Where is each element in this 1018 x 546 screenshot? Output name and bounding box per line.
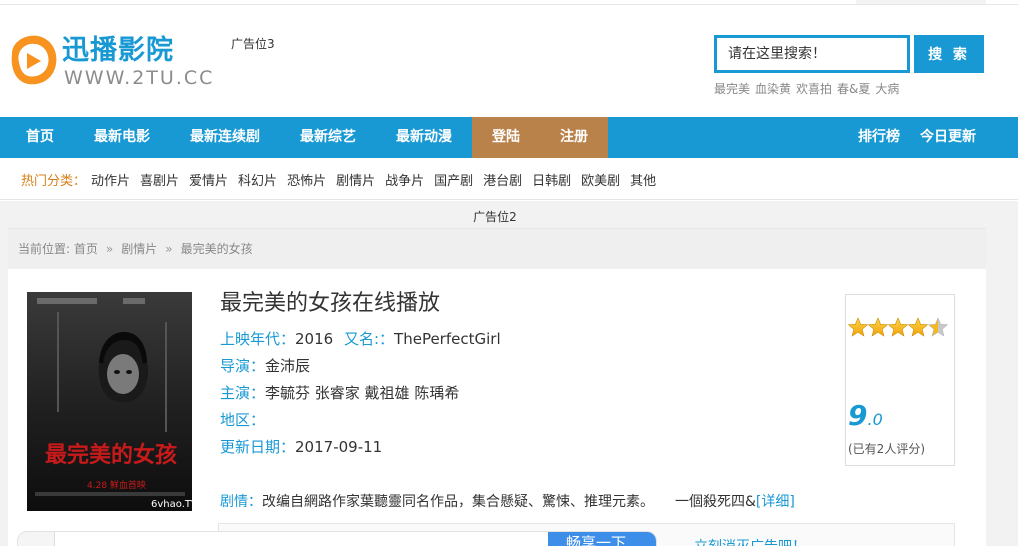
year-value: 2016 xyxy=(295,330,334,348)
nav-item-variety[interactable]: 最新综艺 xyxy=(300,117,356,158)
breadcrumb-link-home[interactable]: 首页 xyxy=(74,242,98,256)
content-area: 广告位2 当前位置: 首页 » 剧情片 » 最完美的女孩 最完美的女孩 4.28 鮮… xyxy=(0,201,1018,546)
category-link[interactable]: 日韩剧 xyxy=(532,174,571,189)
search-input[interactable] xyxy=(714,35,910,73)
breadcrumb-current[interactable]: 最完美的女孩 xyxy=(181,242,253,256)
movie-poster[interactable]: 最完美的女孩 4.28 鮮血首映 6vhao.TV xyxy=(27,292,192,511)
register-link[interactable]: 注册 xyxy=(560,117,588,158)
category-link[interactable]: 喜剧片 xyxy=(140,174,179,189)
floating-bottom-bar: 畅享一下 xyxy=(17,531,657,546)
main-nav: 首页 最新电影 最新连续剧 最新综艺 最新动漫 登陆 注册 排行榜 今日更新 xyxy=(0,117,1018,158)
star-icon[interactable] xyxy=(848,317,868,337)
category-link[interactable]: 欧美剧 xyxy=(581,174,620,189)
category-link[interactable]: 剧情片 xyxy=(336,174,375,189)
category-link[interactable]: 动作片 xyxy=(91,174,130,189)
cast-row: 主演：李毓芬 张睿家 戴祖雄 陈瑀希 xyxy=(220,382,459,403)
rating-box: 9.0 (已有2人评分) xyxy=(845,294,955,466)
floating-bar-button[interactable]: 畅享一下 xyxy=(548,532,656,546)
cast-label: 主演： xyxy=(220,384,266,402)
year-row: 上映年代：2016 又名:：ThePerfectGirl xyxy=(220,328,501,349)
hot-keyword-link[interactable]: 血染黄 xyxy=(755,82,791,96)
nav-item-home[interactable]: 首页 xyxy=(26,117,54,158)
category-bar: 热门分类： 动作片 喜剧片 爱情片 科幻片 恐怖片 剧情片 战争片 国产剧 港台剧 日韩剧 欧美剧其… xyxy=(0,158,1018,200)
star-rating[interactable] xyxy=(848,316,950,338)
search-button[interactable]: 搜 索 xyxy=(914,35,984,73)
star-icon[interactable] xyxy=(888,317,908,337)
ad-slot-3[interactable]: 广告位3 xyxy=(231,35,275,52)
rating-score: 9.0 xyxy=(848,399,883,432)
movie-title: 最完美的女孩在线播放 xyxy=(220,291,441,316)
score-dec: .0 xyxy=(867,410,883,429)
category-link[interactable]: 港台剧 xyxy=(483,174,522,189)
star-icon[interactable] xyxy=(868,317,888,337)
category-link[interactable]: 爱情片 xyxy=(189,174,228,189)
star-icon[interactable] xyxy=(908,317,928,337)
region-label: 地区： xyxy=(220,411,266,429)
hot-keyword-link[interactable]: 最完美 xyxy=(714,82,750,96)
hot-keyword-link[interactable]: 大病 xyxy=(875,82,899,96)
half-star-icon[interactable] xyxy=(928,317,948,337)
breadcrumb-prefix: 当前位置: xyxy=(18,242,71,256)
category-link[interactable]: 其他 xyxy=(630,174,656,189)
nav-item-movies[interactable]: 最新电影 xyxy=(94,117,150,158)
site-logo[interactable]: 迅播影院 WWW.2TU.CC xyxy=(6,32,228,94)
plot-more-link[interactable]: [详细] xyxy=(756,494,795,510)
top-strip-stub xyxy=(856,0,986,4)
category-label: 热门分类： xyxy=(21,174,87,189)
breadcrumb-separator: » xyxy=(105,242,114,256)
updated-label: 更新日期： xyxy=(220,438,296,456)
nav-item-ranking[interactable]: 排行榜 xyxy=(858,117,900,158)
nav-item-anime[interactable]: 最新动漫 xyxy=(396,117,452,158)
plot-summary: 剧情：改编自網路作家葉聽靈同名作品，集合懸疑、驚悚、推理元素。 一個殺死四&[详… xyxy=(220,491,795,511)
director-value[interactable]: 金沛辰 xyxy=(265,357,310,375)
login-link[interactable]: 登陆 xyxy=(492,117,520,158)
region-row: 地区： xyxy=(220,409,265,430)
alias-value: ThePerfectGirl xyxy=(394,330,501,348)
category-link[interactable]: 战争片 xyxy=(385,174,424,189)
breadcrumb: 当前位置: 首页 » 剧情片 » 最完美的女孩 xyxy=(8,228,986,268)
floating-bar-link[interactable]: 立刻消灭广告吧！ xyxy=(694,536,806,546)
logo-domain: WWW.2TU.CC xyxy=(64,67,214,89)
category-list: 动作片 喜剧片 爱情片 科幻片 恐怖片 剧情片 战争片 国产剧 港台剧 日韩剧 欧美剧 其他 xyxy=(91,170,666,189)
breadcrumb-link-genre[interactable]: 剧情片 xyxy=(121,242,157,256)
cast-value[interactable]: 李毓芬 张睿家 戴祖雄 陈瑀希 xyxy=(265,384,459,402)
movie-detail-panel: 最完美的女孩 4.28 鮮血首映 6vhao.TV 最完美的女孩在线播放 上映年… xyxy=(8,269,986,546)
director-row: 导演：金沛辰 xyxy=(220,355,310,376)
poster-watermark: 6vhao.TV xyxy=(151,499,192,510)
updated-row: 更新日期：2017-09-11 xyxy=(220,436,382,457)
updated-value: 2017-09-11 xyxy=(295,438,383,456)
plot-text: 改编自網路作家葉聽靈同名作品，集合懸疑、驚悚、推理元素。 一個殺死四& xyxy=(262,494,756,510)
nav-item-series[interactable]: 最新连续剧 xyxy=(190,117,260,158)
floating-bar-input[interactable] xyxy=(54,532,548,546)
rating-votes: (已有2人评分) xyxy=(848,442,925,456)
director-label: 导演： xyxy=(220,357,266,375)
plot-label: 剧情： xyxy=(220,494,262,510)
hot-keyword-link[interactable]: 春&夏 xyxy=(837,82,870,96)
ad-slot-2[interactable]: 广告位2 xyxy=(0,208,990,225)
logo-name: 迅播影院 xyxy=(62,34,174,66)
hot-keywords: 最完美 血染黄 欢喜拍 春&夏 大病 xyxy=(714,80,904,97)
alias-label: 又名:： xyxy=(343,330,395,348)
score-int: 9 xyxy=(848,399,868,432)
category-link[interactable]: 国产剧 xyxy=(434,174,473,189)
nav-item-today-updates[interactable]: 今日更新 xyxy=(920,117,976,158)
poster-title-text: 最完美的女孩 xyxy=(45,442,177,468)
category-link[interactable]: 科幻片 xyxy=(238,174,277,189)
breadcrumb-separator: » xyxy=(165,242,173,256)
year-label: 上映年代： xyxy=(220,330,296,348)
category-link[interactable]: 恐怖片 xyxy=(287,174,326,189)
site-header: 迅播影院 WWW.2TU.CC 广告位3 搜 索 最完美血染黄欢喜拍春&夏大病 xyxy=(0,5,1018,117)
hot-keyword-link[interactable]: 欢喜拍 xyxy=(796,82,832,96)
poster-date-text: 4.28 鮮血首映 xyxy=(87,479,146,491)
